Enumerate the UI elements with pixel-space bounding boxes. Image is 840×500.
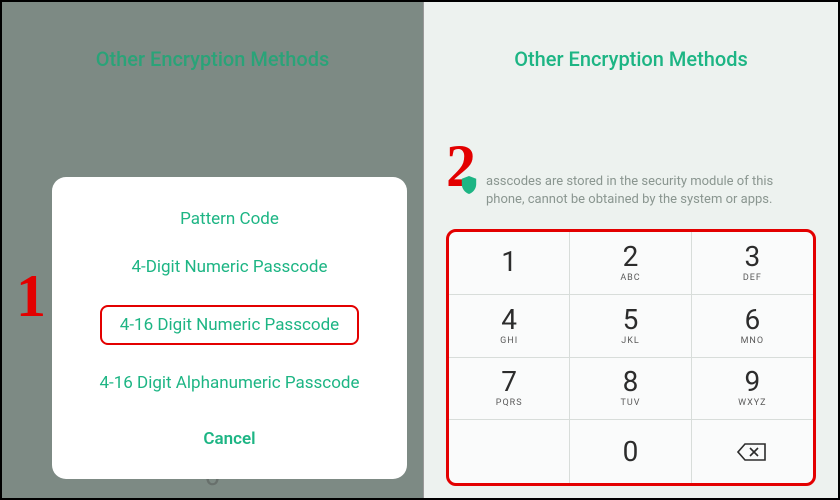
key-3[interactable]: 3 DEF <box>692 232 813 295</box>
key-digit: 4 <box>501 306 517 334</box>
key-letters: JKL <box>621 336 639 346</box>
key-digit: 0 <box>623 438 639 466</box>
key-digit: 2 <box>623 243 639 271</box>
key-0[interactable]: 0 <box>570 420 691 483</box>
key-delete[interactable] <box>692 420 813 483</box>
page-title: Other Encryption Methods <box>2 47 423 71</box>
key-blank <box>449 420 570 483</box>
encryption-methods-dialog: Pattern Code 4-Digit Numeric Passcode 4-… <box>52 177 407 479</box>
cancel-button[interactable]: Cancel <box>52 413 407 463</box>
panel-step-1: Other Encryption Methods 0 1 Pattern Cod… <box>2 2 424 498</box>
security-info: asscodes are stored in the security modu… <box>460 173 802 208</box>
key-digit: 9 <box>744 368 760 396</box>
step-number-1: 1 <box>16 262 46 331</box>
key-2[interactable]: 2 ABC <box>570 232 691 295</box>
highlighted-option: 4-16 Digit Numeric Passcode <box>100 305 359 345</box>
key-digit: 1 <box>501 248 517 276</box>
page-title: Other Encryption Methods <box>424 47 838 71</box>
backspace-icon <box>737 442 767 462</box>
key-6[interactable]: 6 MNO <box>692 295 813 358</box>
key-digit: 5 <box>623 306 639 334</box>
panel-step-2: Other Encryption Methods 2 asscodes are … <box>424 2 838 498</box>
key-letters: MNO <box>741 336 764 346</box>
key-letters: ABC <box>620 273 640 283</box>
key-1[interactable]: 1 <box>449 232 570 295</box>
key-digit: 8 <box>623 368 639 396</box>
key-letters: DEF <box>743 273 762 283</box>
key-letters: GHI <box>500 336 518 346</box>
security-info-text: asscodes are stored in the security modu… <box>486 173 802 208</box>
key-4[interactable]: 4 GHI <box>449 295 570 358</box>
key-letters: TUV <box>621 398 641 408</box>
key-7[interactable]: 7 PQRS <box>449 358 570 421</box>
option-pattern-code[interactable]: Pattern Code <box>52 195 407 243</box>
key-8[interactable]: 8 TUV <box>570 358 691 421</box>
option-4-16-numeric[interactable]: 4-16 Digit Numeric Passcode <box>52 291 407 359</box>
key-9[interactable]: 9 WXYZ <box>692 358 813 421</box>
shield-icon <box>460 175 478 195</box>
option-4-16-alpha[interactable]: 4-16 Digit Alphanumeric Passcode <box>52 359 407 407</box>
numeric-keypad: 1 2 ABC 3 DEF 4 GHI 5 JKL 6 MNO <box>446 229 816 486</box>
key-5[interactable]: 5 JKL <box>570 295 691 358</box>
key-digit: 7 <box>501 368 517 396</box>
key-digit: 6 <box>744 306 760 334</box>
option-4-digit[interactable]: 4-Digit Numeric Passcode <box>52 243 407 291</box>
key-letters: PQRS <box>496 398 523 408</box>
key-letters: WXYZ <box>738 398 766 408</box>
key-digit: 3 <box>744 243 760 271</box>
